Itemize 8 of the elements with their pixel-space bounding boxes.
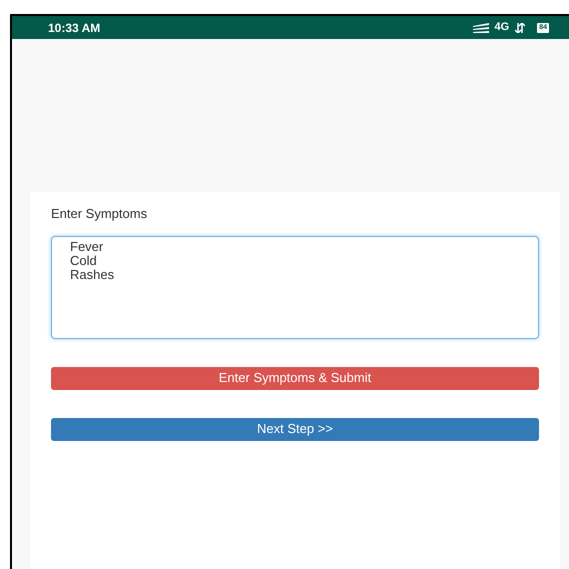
- next-step-button[interactable]: Next Step >>: [51, 418, 539, 440]
- symptoms-field[interactable]: Fever Cold Rashes: [51, 236, 539, 338]
- signal-icon: [472, 22, 489, 32]
- data-arrows-icon: [515, 22, 526, 32]
- field-label: Enter Symptoms: [51, 205, 148, 223]
- submit-button[interactable]: Enter Symptoms & Submit: [51, 366, 539, 390]
- status-time: 10:33 AM: [48, 20, 100, 36]
- network-type: 4G: [494, 20, 510, 36]
